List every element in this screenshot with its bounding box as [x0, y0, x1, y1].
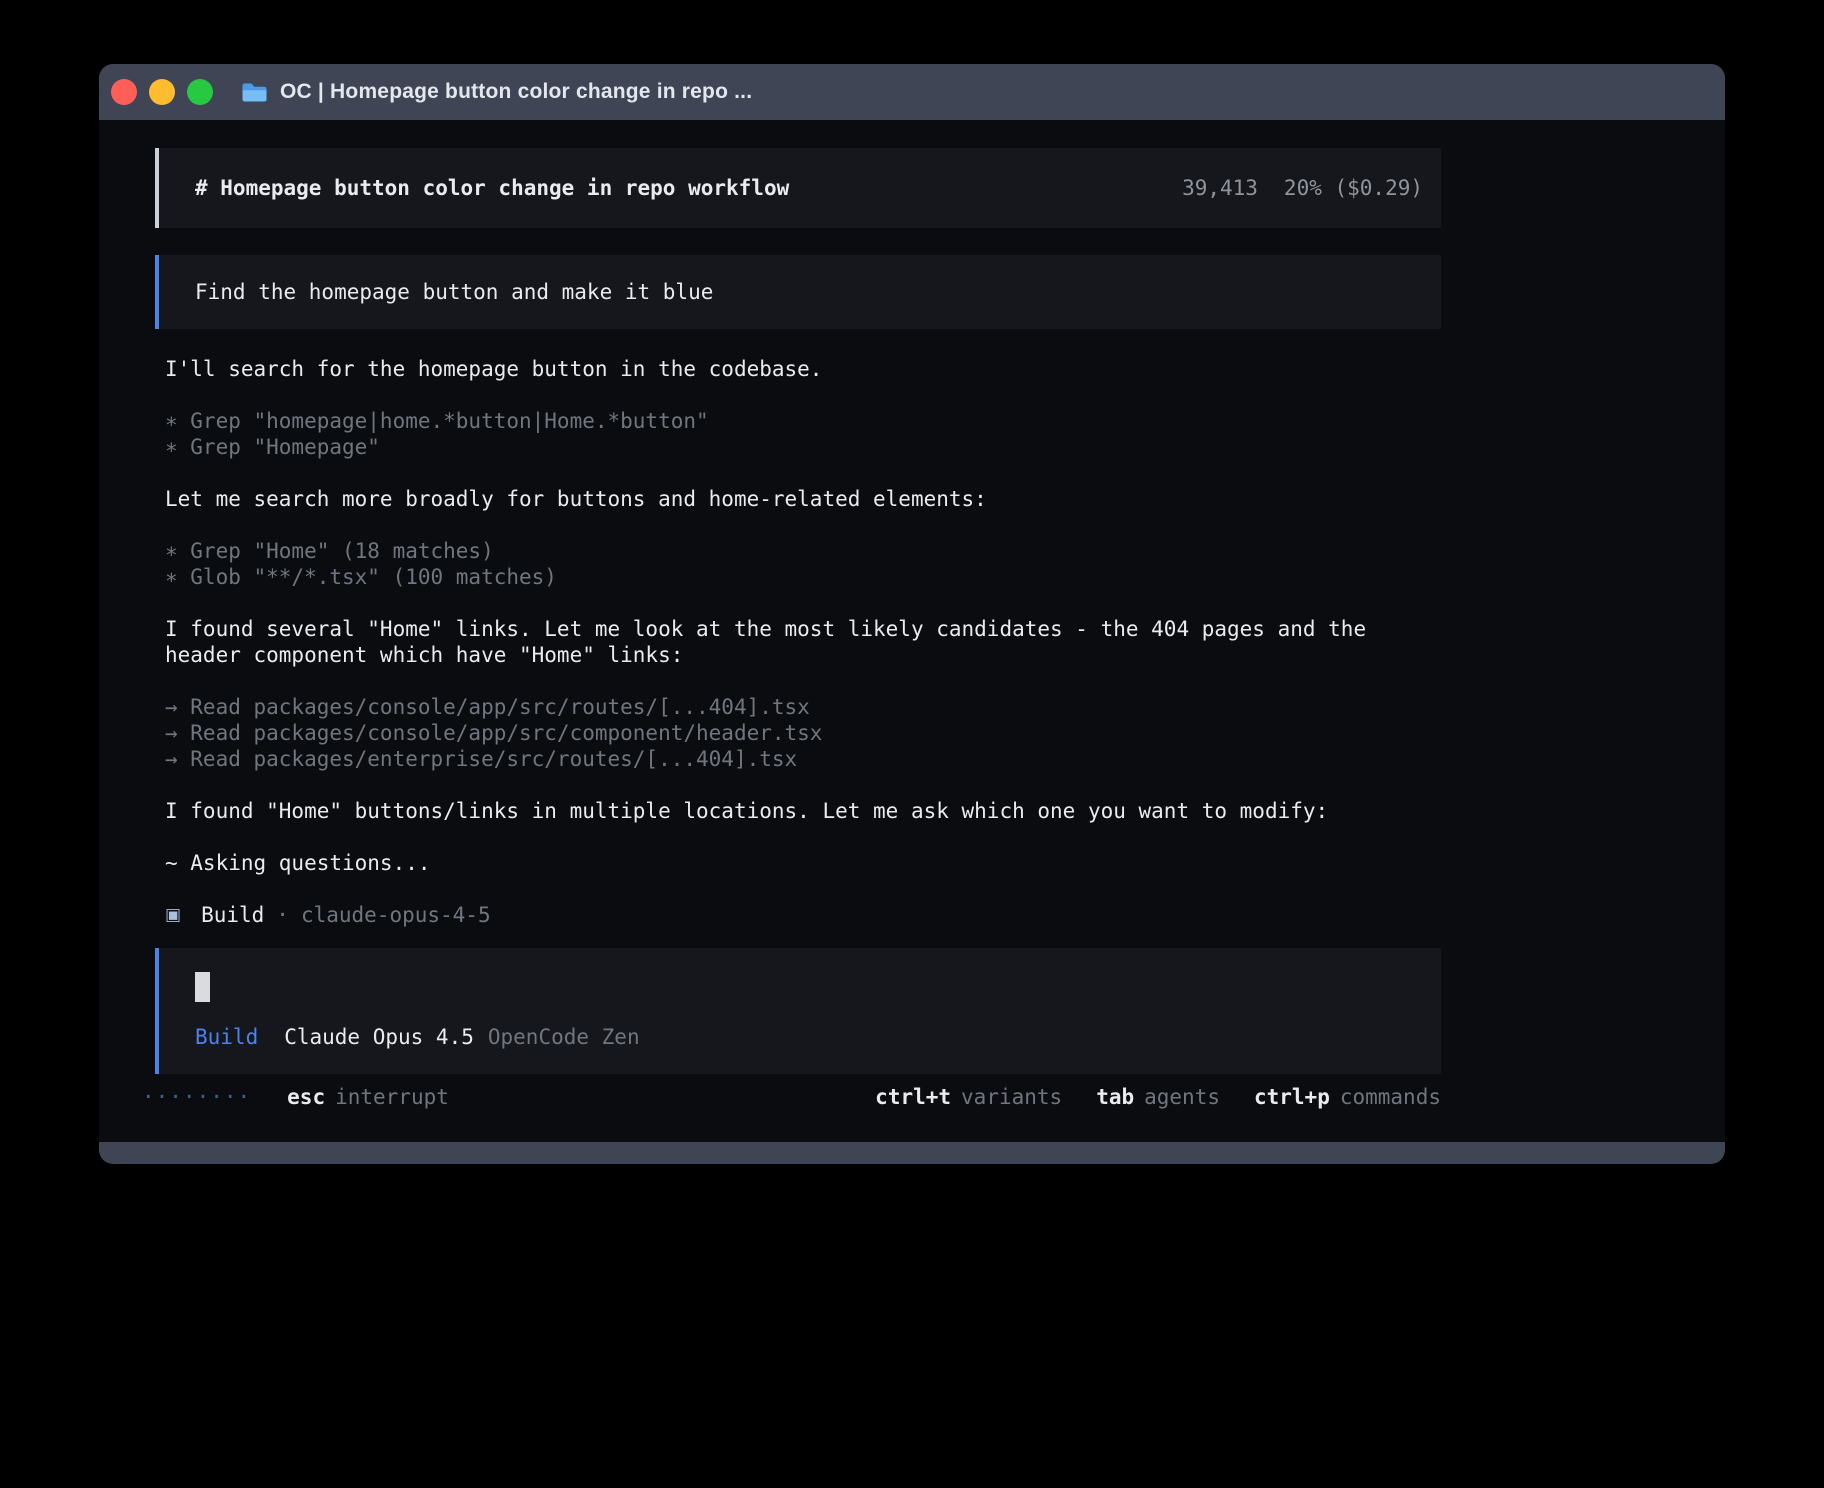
- assistant-text: I'll search for the homepage button in t…: [165, 356, 1441, 382]
- terminal-window: OC | Homepage button color change in rep…: [99, 64, 1725, 1164]
- shortcut-group-right: ctrl+t variants tab agents ctrl+p commands: [875, 1084, 1441, 1110]
- tool-call-grep: ∗ Grep "homepage|home.*button|Home.*butt…: [165, 408, 1441, 434]
- text-cursor: [195, 972, 210, 1002]
- window-title: OC | Homepage button color change in rep…: [280, 80, 752, 104]
- agent-name: Build: [201, 902, 264, 928]
- tool-call-grep: ∗ Grep "Homepage": [165, 434, 1441, 460]
- token-count: 39,413: [1182, 176, 1258, 200]
- assistant-text: Let me search more broadly for buttons a…: [165, 486, 1441, 512]
- zoom-button[interactable]: [187, 79, 213, 105]
- tool-call-group: → Read packages/console/app/src/routes/[…: [165, 694, 1441, 772]
- agent-model: claude-opus-4-5: [301, 902, 491, 928]
- spinner-dots: ········: [142, 1084, 251, 1110]
- prompt-input[interactable]: Build Claude Opus 4.5 OpenCode Zen: [155, 948, 1441, 1074]
- agent-status-line: ▣ Build · claude-opus-4-5: [165, 902, 1441, 928]
- assistant-status-text: ~ Asking questions...: [165, 850, 1441, 876]
- shortcut-key: ctrl+p: [1254, 1085, 1330, 1109]
- tool-call-glob: ∗ Glob "**/*.tsx" (100 matches): [165, 564, 1441, 590]
- shortcut-agents: tab agents: [1096, 1084, 1220, 1110]
- assistant-text: I found "Home" buttons/links in multiple…: [165, 798, 1441, 824]
- shortcut-commands: ctrl+p commands: [1254, 1084, 1441, 1110]
- session-title: # Homepage button color change in repo w…: [195, 175, 789, 201]
- terminal-content[interactable]: # Homepage button color change in repo w…: [99, 120, 1725, 1142]
- shortcut-label: variants: [961, 1085, 1062, 1109]
- session-header: # Homepage button color change in repo w…: [155, 148, 1441, 228]
- shortcut-key: esc: [287, 1085, 325, 1109]
- assistant-transcript: I'll search for the homepage button in t…: [165, 356, 1441, 928]
- window-titlebar[interactable]: OC | Homepage button color change in rep…: [99, 64, 1725, 120]
- tool-call-read: → Read packages/console/app/src/componen…: [165, 720, 1441, 746]
- user-message: Find the homepage button and make it blu…: [155, 255, 1441, 329]
- shortcut-key: ctrl+t: [875, 1085, 951, 1109]
- window-controls: [111, 79, 213, 105]
- shortcut-interrupt: esc interrupt: [287, 1084, 449, 1110]
- shortcut-variants: ctrl+t variants: [875, 1084, 1062, 1110]
- user-message-text: Find the homepage button and make it blu…: [195, 279, 713, 305]
- shortcut-key: tab: [1096, 1085, 1134, 1109]
- shortcut-label: commands: [1340, 1085, 1441, 1109]
- assistant-text: I found several "Home" links. Let me loo…: [165, 616, 1441, 668]
- folder-icon: [241, 82, 268, 103]
- status-bar: ········ escinterrupt ctrl+tvariants tab…: [155, 1082, 1441, 1112]
- session-meta: 39,413 20% ($0.29): [1182, 175, 1423, 201]
- tool-call-read: → Read packages/console/app/src/routes/[…: [165, 694, 1441, 720]
- agent-mode-label[interactable]: Build: [195, 1024, 258, 1050]
- context-usage: 20% ($0.29): [1284, 176, 1423, 200]
- model-label: Claude Opus 4.5: [284, 1024, 474, 1050]
- minimize-button[interactable]: [149, 79, 175, 105]
- shortcut-label: agents: [1144, 1085, 1220, 1109]
- shortcut-label: interrupt: [335, 1085, 449, 1109]
- tool-call-group: ∗ Grep "Home" (18 matches) ∗ Glob "**/*.…: [165, 538, 1441, 590]
- close-button[interactable]: [111, 79, 137, 105]
- tool-call-group: ∗ Grep "homepage|home.*button|Home.*butt…: [165, 408, 1441, 460]
- provider-label: OpenCode Zen: [488, 1024, 640, 1050]
- tool-call-grep: ∗ Grep "Home" (18 matches): [165, 538, 1441, 564]
- input-meta: Build Claude Opus 4.5 OpenCode Zen: [195, 1024, 1405, 1050]
- agent-icon: ▣: [165, 902, 181, 928]
- agent-separator: ·: [276, 902, 289, 928]
- tool-call-read: → Read packages/enterprise/src/routes/[.…: [165, 746, 1441, 772]
